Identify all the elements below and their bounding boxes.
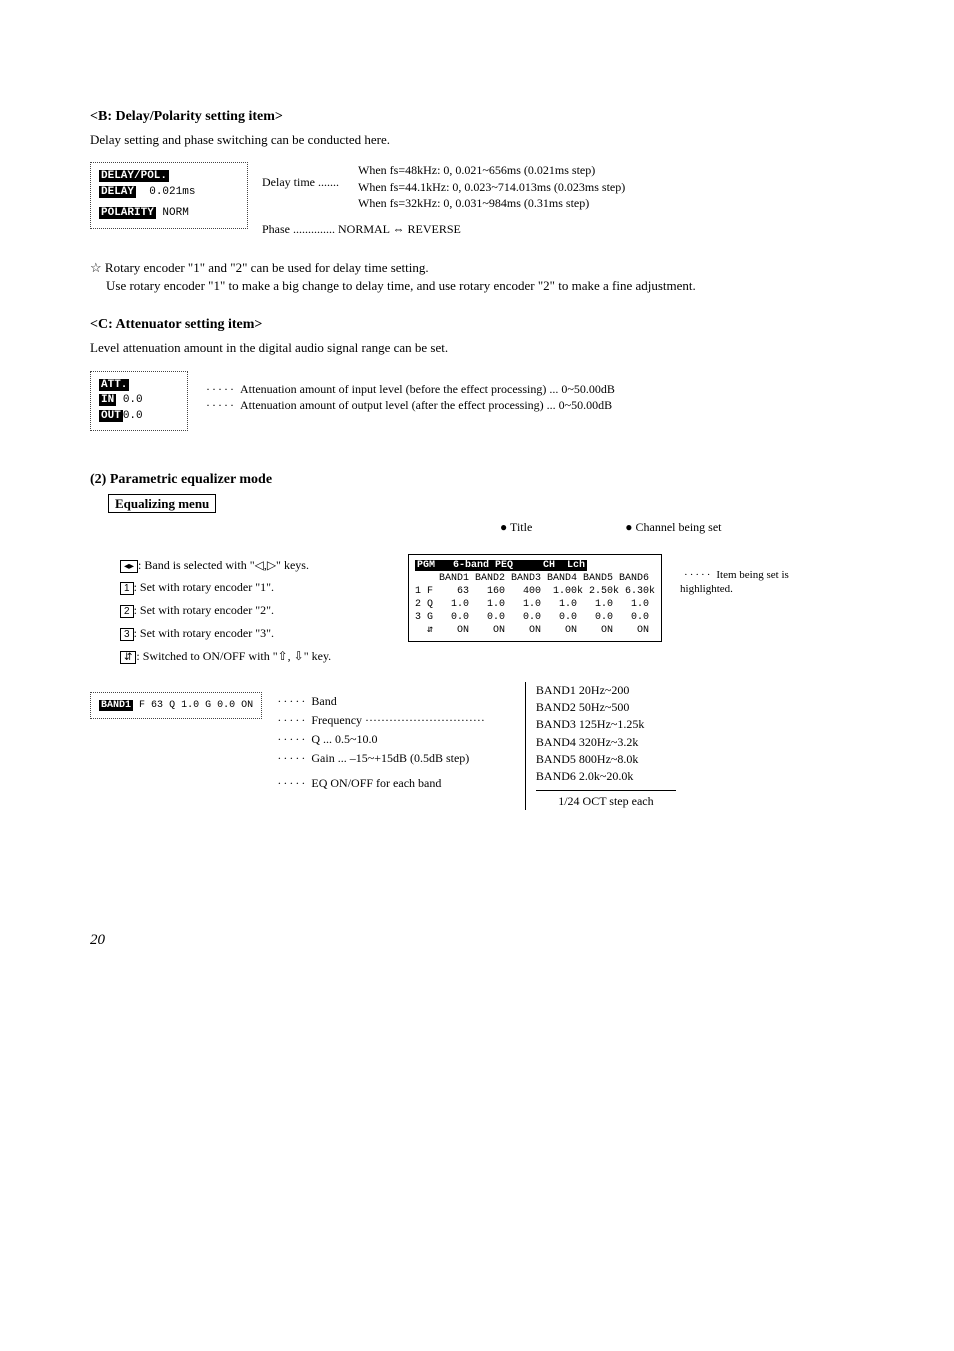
fs44-line: When fs=44.1kHz: 0, 0.023~714.013ms (0.0… [358,179,625,195]
section-c-sub: Level attenuation amount in the digital … [90,339,864,357]
range-b1: BAND1 20Hz~200 [536,682,676,699]
key-2-text: : Set with rotary encoder "2". [134,603,274,617]
peq-heading: (2) Parametric equalizer mode [90,471,864,490]
fs32-line: When fs=32kHz: 0, 0.031~984ms (0.31ms st… [358,195,625,211]
lcd-value-delay: 0.021ms [149,186,195,198]
title-dot: ● Title [500,520,532,534]
lcd-label-delay: DELAY [99,186,136,198]
key-list: ◂▸: Band is selected with "◁,▷" keys. 1:… [120,554,390,668]
lcd-label-att: ATT. [99,379,129,391]
lcd-label-out: OUT [99,410,123,422]
band-legend-block: BAND1 F 63 Q 1.0 G 0.0 ON Band Frequency… [90,692,485,794]
att-lcd: ATT. IN 0.0 OUT0.0 [90,371,188,431]
delay-time-label: Delay time ....... [262,162,352,211]
key-lr-text: : Band is selected with "◁,▷" keys. [138,558,309,572]
key-3-icon: 3 [120,628,134,641]
delay-lcd: DELAY/POL. DELAY 0.021ms POLARITY NORM [90,162,248,228]
range-b6: BAND6 2.0k~20.0k [536,768,676,785]
key-1-icon: 1 [120,582,134,595]
peq-lcd-on: ⇵ ON ON ON ON ON ON [415,625,649,636]
band-legend-f: F 63 [139,700,163,711]
highlight-note: Item being set is highlighted. [680,554,790,598]
delay-annotations: Delay time ....... When fs=48kHz: 0, 0.0… [262,162,625,237]
key-ud-icon: ⇵ [120,651,136,664]
page-number: 20 [90,930,864,950]
peq-lcd-g: 3 G 0.0 0.0 0.0 0.0 0.0 0.0 [415,612,649,623]
fs48-line: When fs=48kHz: 0, 0.021~656ms (0.021ms s… [358,162,625,178]
eqonoff-label: EQ ON/OFF for each band [311,776,441,790]
section-c-heading: <C: Attenuator setting item> [90,316,864,335]
section-b-heading: <B: Delay/Polarity setting item> [90,108,864,127]
lcd-value-polarity: NORM [162,207,188,219]
band-legend-on: ON [241,700,253,711]
lcd-value-out: 0.0 [123,410,143,422]
lcd-label-delaypol: DELAY/POL. [99,170,169,182]
eq-menu-label: Equalizing menu [108,494,216,514]
peq-lcd-top: PGM 6-band PEQ CH Lch [415,560,587,571]
channel-dot: ● Channel being set [625,520,721,534]
key-1-text: : Set with rotary encoder "1". [134,580,274,594]
lcd-label-polarity: POLARITY [99,207,156,219]
q-label: Q ... 0.5~10.0 [311,732,377,746]
rotary-note-2: Use rotary encoder "1" to make a big cha… [106,277,864,295]
key-2-icon: 2 [120,605,134,618]
peq-lcd-freq: 1 F 63 160 400 1.00k 2.50k 6.30k [415,586,655,597]
att-out-line: Attenuation amount of output level (afte… [240,398,612,412]
band-label: Band [311,694,336,708]
delay-row: DELAY/POL. DELAY 0.021ms POLARITY NORM D… [90,162,864,237]
range-b5: BAND5 800Hz~8.0k [536,751,676,768]
peq-lcd-q: 2 Q 1.0 1.0 1.0 1.0 1.0 1.0 [415,599,649,610]
peq-lcd: PGM 6-band PEQ CH Lch BAND1 BAND2 BAND3 … [408,554,662,642]
key-3-text: : Set with rotary encoder "3". [134,626,274,640]
lcd-value-in: 0.0 [123,394,143,406]
peq-lcd-head: BAND1 BAND2 BAND3 BAND4 BAND5 BAND6 [415,573,649,584]
att-annotations: Attenuation amount of input level (befor… [202,371,615,413]
rotary-note-1: Rotary encoder "1" and "2" can be used f… [90,259,864,277]
phase-line: Phase .............. NORMAL ⇔ REVERSE [262,221,625,237]
freq-ranges: BAND1 20Hz~200 BAND2 50Hz~500 BAND3 125H… [525,682,676,811]
band-legend-title: BAND1 [99,700,133,711]
range-b3: BAND3 125Hz~1.25k [536,716,676,733]
band-legend-g: G 0.0 [205,700,235,711]
section-b-sub: Delay setting and phase switching can be… [90,131,864,149]
range-b4: BAND4 320Hz~3.2k [536,734,676,751]
band-legend-q: Q 1.0 [169,700,199,711]
key-ud-text: : Switched to ON/OFF with "⇧, ⇩" key. [136,649,331,663]
freq-label: Frequency ······························ [311,713,485,727]
oct-step-note: 1/24 OCT step each [536,790,676,810]
lcd-label-in: IN [99,394,116,406]
att-row: ATT. IN 0.0 OUT0.0 Attenuation amount of… [90,371,864,431]
att-in-line: Attenuation amount of input level (befor… [240,382,615,396]
band-legend-lcd: BAND1 F 63 Q 1.0 G 0.0 ON [90,692,262,719]
gain-label: Gain ... –15~+15dB (0.5dB step) [311,751,469,765]
range-b2: BAND2 50Hz~500 [536,699,676,716]
key-lr-icon: ◂▸ [120,560,138,573]
